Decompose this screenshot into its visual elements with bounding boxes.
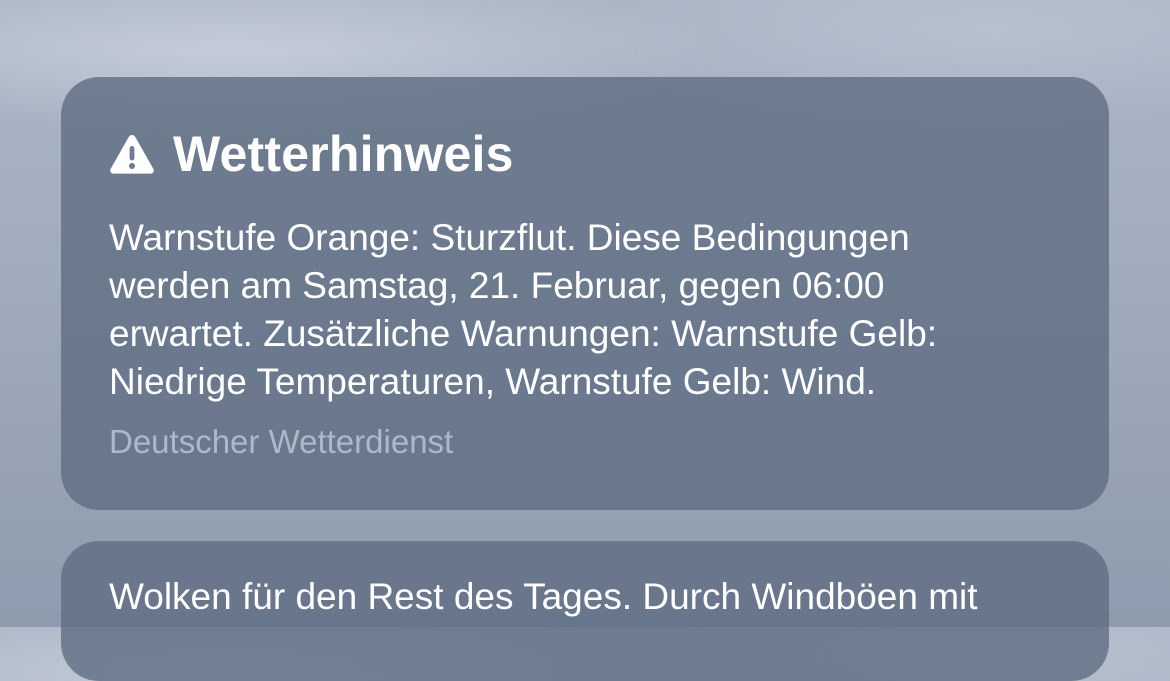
forecast-notification-body: Wolken für den Rest des Tages. Durch Win… <box>109 576 978 617</box>
notification-source: Deutscher Wetterdienst <box>109 423 454 460</box>
notification-title: Wetterhinweis <box>173 126 514 182</box>
notification-header: Wetterhinweis <box>109 124 514 184</box>
notification-body: Warnstufe Orange: Sturzflut. Diese Bedin… <box>109 217 938 402</box>
warning-icon <box>109 133 155 175</box>
